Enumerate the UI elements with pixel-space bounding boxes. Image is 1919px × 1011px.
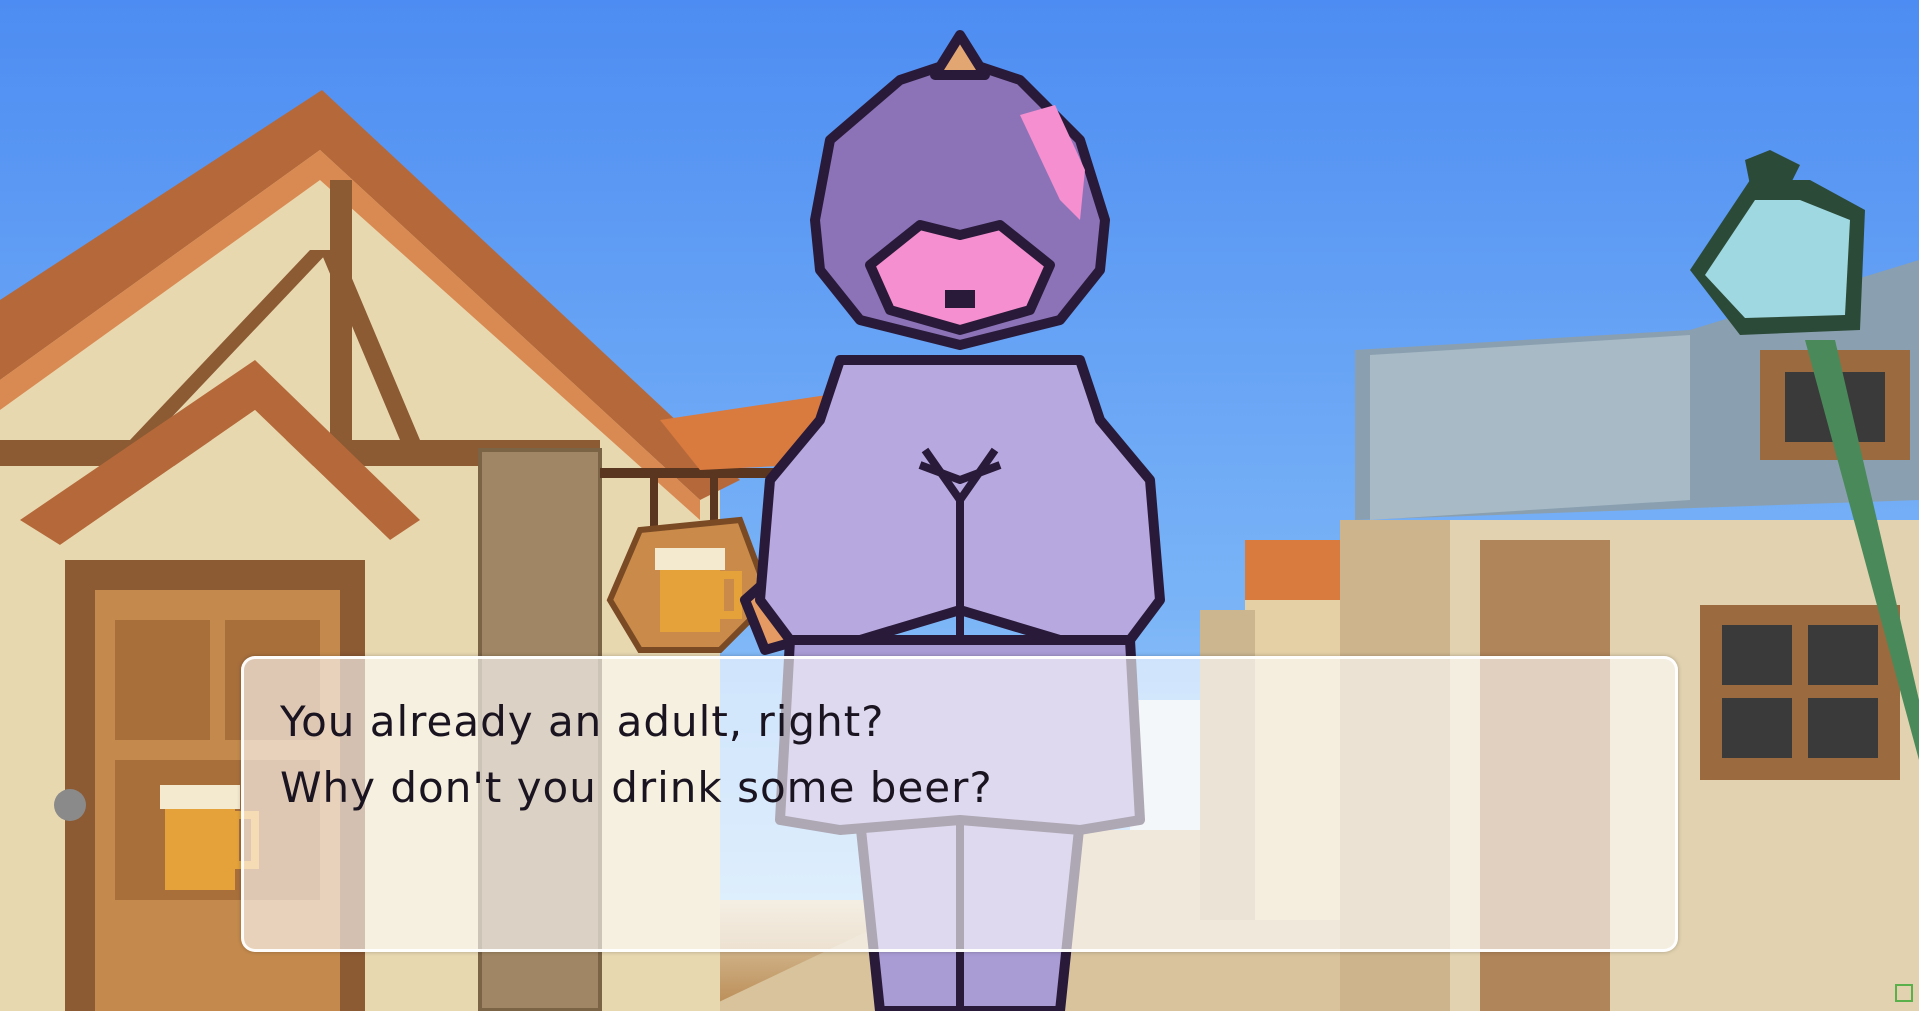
- dialog-line-1: You already an adult, right?: [280, 697, 885, 746]
- dialog-box[interactable]: You already an adult, right? Why don't y…: [241, 656, 1678, 952]
- dialog-line-2: Why don't you drink some beer?: [280, 763, 993, 812]
